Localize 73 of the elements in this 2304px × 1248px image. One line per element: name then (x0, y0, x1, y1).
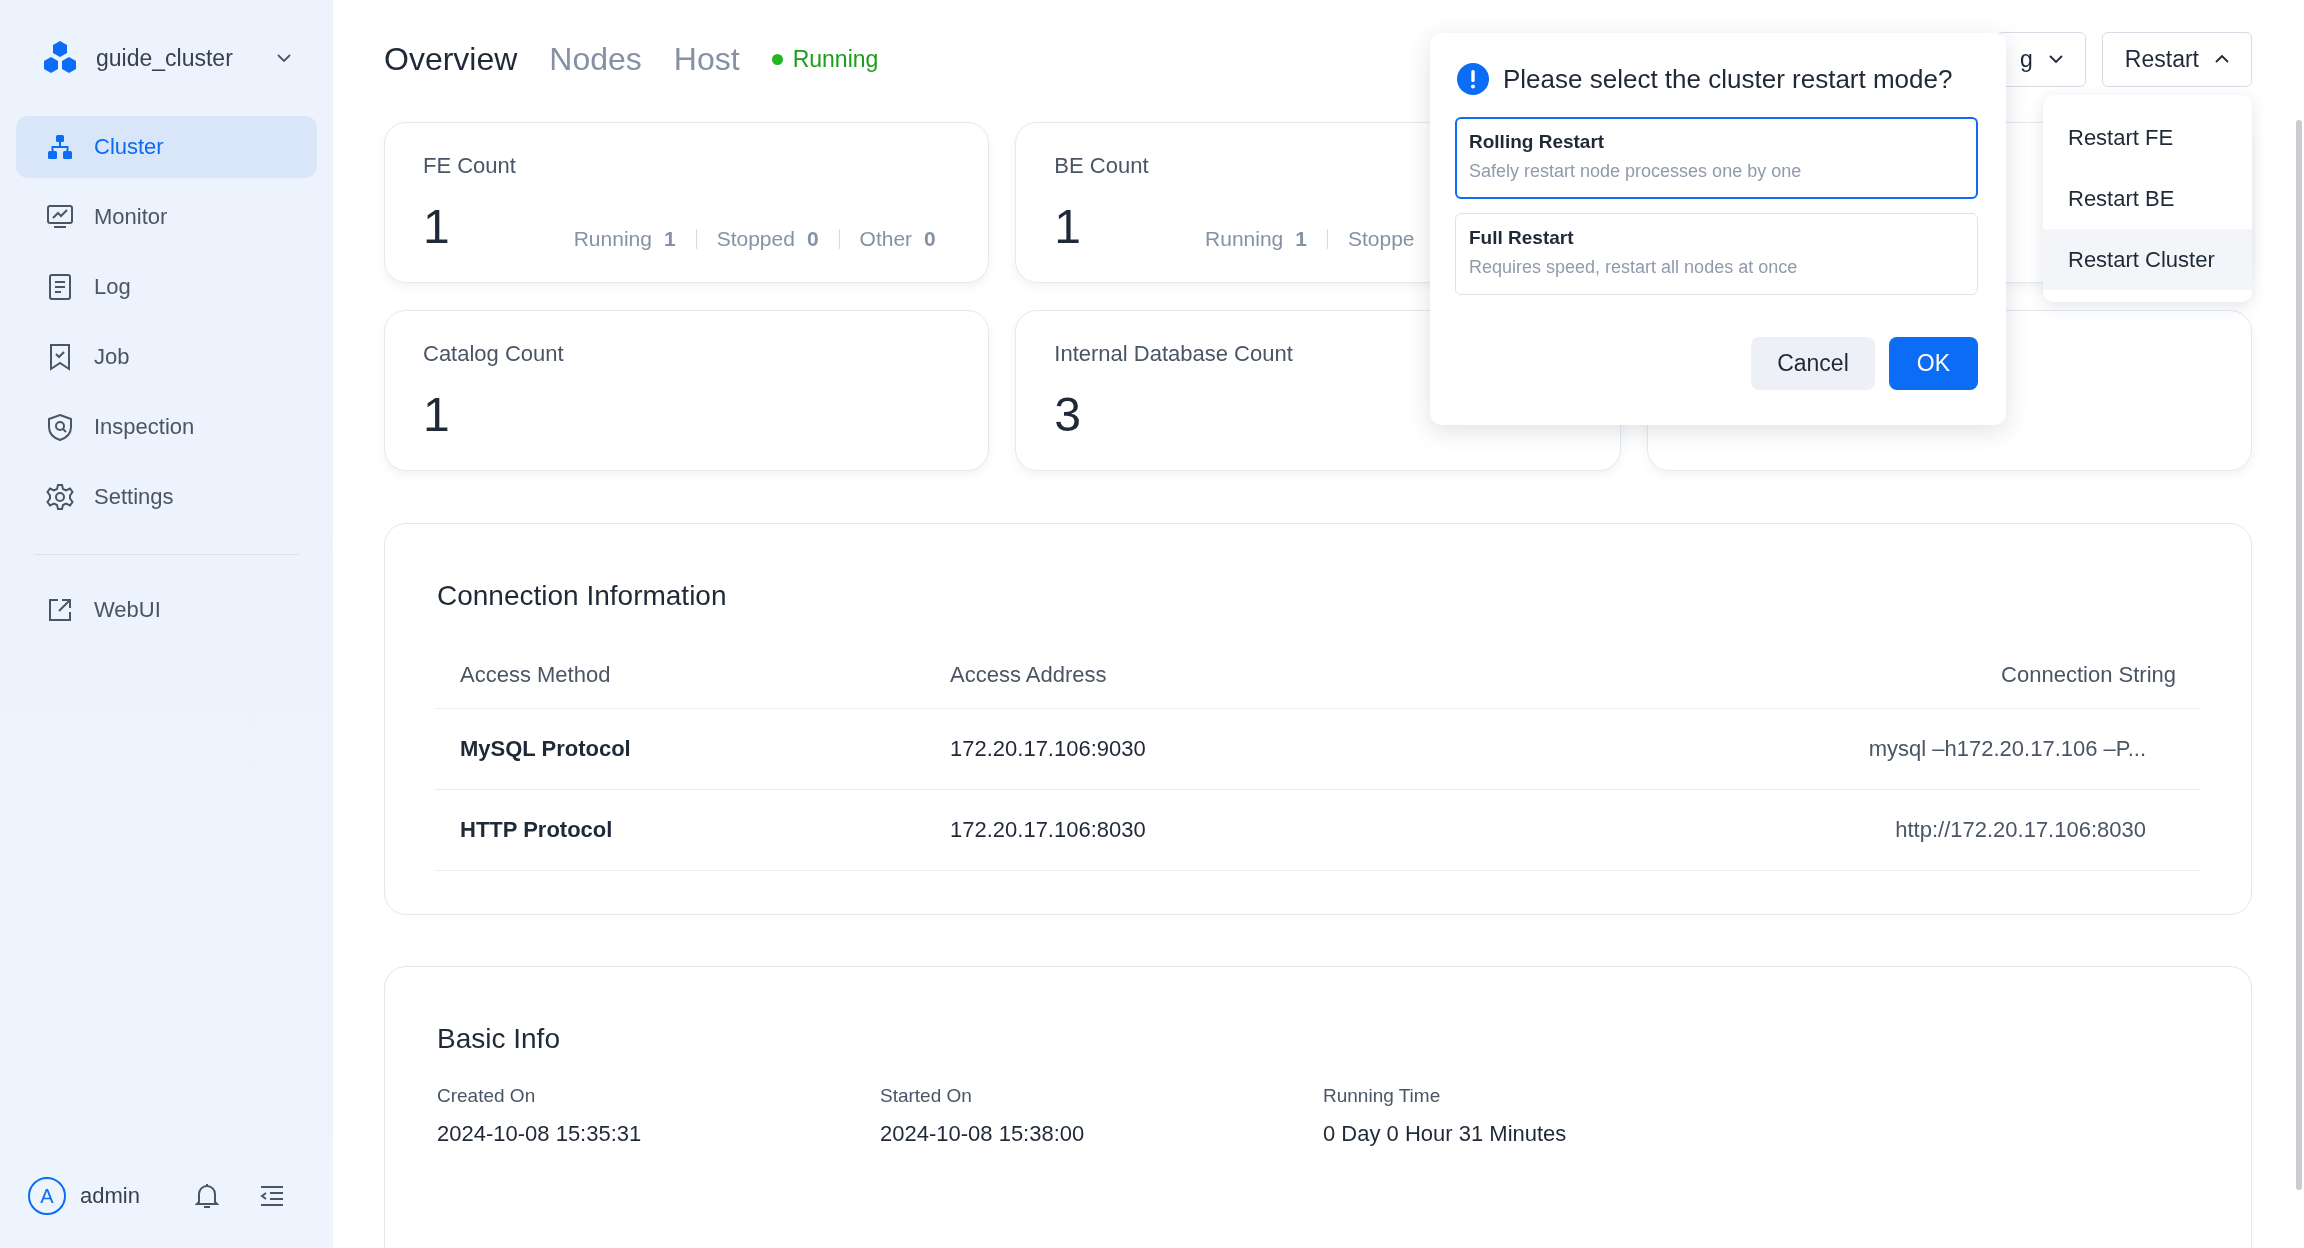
card-value: 1 (423, 391, 450, 439)
card-label: FE Count (423, 153, 516, 179)
nav-link[interactable]: WebUI (16, 579, 317, 641)
avatar[interactable]: A (28, 1177, 66, 1215)
nav-item[interactable]: Settings (16, 466, 317, 528)
stat-label: Stopped (716, 227, 795, 251)
panel-title: Connection Information (437, 580, 728, 612)
sitemap-icon (46, 133, 74, 161)
card-value: 3 (1054, 391, 1082, 439)
table-cell-text: mysql –h172.20.17.106 –P... (1867, 736, 2147, 762)
column-header: Access Address (949, 662, 1108, 688)
menu-item[interactable]: Restart BE (2043, 168, 2252, 229)
field-label: Created On (437, 1085, 537, 1107)
card-label: Catalog Count (423, 341, 564, 367)
card-value: 1 (423, 203, 450, 251)
column-header: Connection String (2000, 662, 2177, 688)
user-name: admin (80, 1183, 141, 1209)
stat-value: 0 (924, 227, 936, 251)
cluster-name[interactable]: guide_cluster (96, 44, 277, 72)
field-label: Started On (880, 1085, 973, 1107)
card-value: 1 (1054, 203, 1082, 251)
table-cell-text: 172.20.17.106:8030 (949, 817, 1147, 843)
nav-item[interactable]: Log (16, 256, 317, 318)
stat-label: Other (859, 227, 913, 251)
external-link-icon (46, 596, 74, 624)
table-cell-text: 172.20.17.106:9030 (949, 736, 1147, 762)
cancel-button[interactable]: Cancel (1751, 337, 1875, 390)
option-title: Rolling Restart (1469, 131, 1606, 153)
status-text: Running (792, 45, 879, 73)
menu-item[interactable]: Restart Cluster (2043, 229, 2252, 290)
exclamation-icon (1457, 63, 1489, 95)
stat-value: 1 (663, 227, 676, 251)
bell-icon[interactable] (195, 1183, 219, 1209)
shield-icon (46, 413, 74, 441)
tab[interactable]: Overview (384, 40, 518, 78)
dropdown-button[interactable]: Restart (2101, 31, 2252, 87)
table-cell-text: MySQL Protocol (459, 736, 632, 762)
nav-item[interactable]: Monitor (16, 186, 317, 248)
card-label: Internal Database Count (1054, 341, 1293, 367)
table-cell-text: HTTP Protocol (459, 817, 614, 843)
table-cell-text: http://172.20.17.106:8030 (1894, 817, 2147, 843)
monitor-icon (46, 203, 74, 231)
stat-label: Running (1205, 227, 1284, 251)
stat-value: 1 (1295, 227, 1307, 251)
card-label: BE Count (1054, 153, 1149, 179)
field-value: 2024-10-08 15:35:31 (437, 1121, 643, 1147)
menu-item[interactable]: Restart FE (2043, 107, 2252, 168)
nav-item[interactable]: Inspection (16, 396, 317, 458)
restart-option[interactable]: Full Restart Requires speed, restart all nodes at once (1455, 213, 1978, 295)
nav-item[interactable]: Job (16, 326, 317, 388)
status-dot (771, 53, 783, 65)
settings-icon (46, 483, 74, 511)
field-value: 0 Day 0 Hour 31 Minutes (1323, 1121, 1568, 1147)
stat-label: Running (573, 227, 652, 251)
panel-title: Basic Info (437, 1023, 561, 1055)
stat-label: Stoppe (1347, 227, 1415, 251)
chevron-up-icon (2215, 55, 2229, 63)
chevron-down-icon[interactable] (277, 54, 291, 62)
ok-button[interactable]: OK (1888, 337, 1978, 390)
field-label: Running Time (1323, 1085, 1442, 1107)
chevron-down-icon (2048, 55, 2063, 63)
option-description: Safely restart node processes one by one (1469, 161, 1803, 182)
option-description: Requires speed, restart all nodes at once (1469, 257, 1799, 278)
stat-value: 0 (806, 227, 819, 251)
document-icon (46, 273, 74, 301)
nav-item[interactable]: Cluster (16, 116, 317, 178)
scrollbar[interactable] (2296, 120, 2302, 1190)
collapse-menu-icon[interactable] (259, 1185, 285, 1207)
column-header: Access Method (459, 662, 612, 688)
option-title: Full Restart (1469, 227, 1575, 249)
field-value: 2024-10-08 15:38:00 (880, 1121, 1086, 1147)
dialog-title: Please select the cluster restart mode? (1503, 63, 1953, 95)
restart-option[interactable]: Rolling Restart Safely restart node processes one by one (1455, 117, 1978, 199)
